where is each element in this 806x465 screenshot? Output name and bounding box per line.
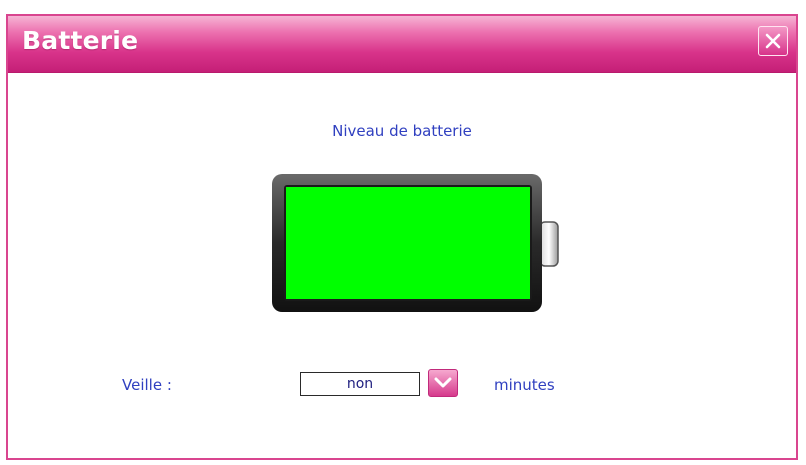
title-bar: Batterie: [8, 16, 796, 73]
sleep-select[interactable]: non: [300, 372, 420, 396]
battery-icon: [272, 174, 559, 312]
sleep-select-value: non: [346, 376, 374, 392]
battery-level-label: Niveau de batterie: [332, 122, 472, 140]
sleep-label: Veille :: [122, 376, 172, 394]
chevron-down-icon: [434, 377, 452, 388]
battery-window: Batterie Niveau de batterie Veille : non…: [6, 14, 798, 460]
battery-terminal: [539, 221, 559, 267]
close-icon: [765, 33, 781, 49]
sleep-units-label: minutes: [494, 376, 555, 394]
sleep-dropdown-button[interactable]: [428, 369, 458, 397]
close-button[interactable]: [758, 26, 788, 56]
battery-fill: [286, 187, 530, 299]
window-title: Batterie: [22, 26, 139, 55]
